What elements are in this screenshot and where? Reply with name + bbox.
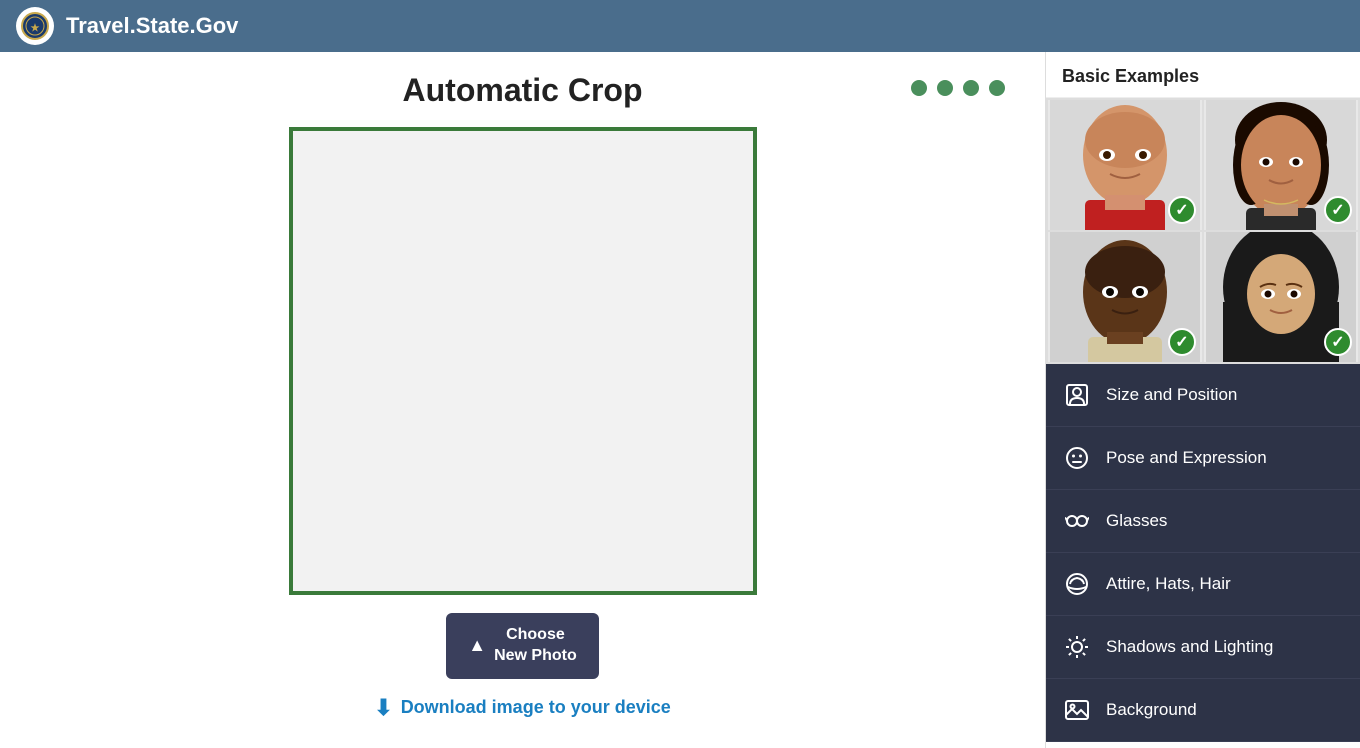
main-layout: Automatic Crop [0, 52, 1360, 748]
progress-indicator [911, 80, 1005, 96]
check-badge-2: ✓ [1324, 196, 1352, 224]
header: ★ Travel.State.Gov [0, 0, 1360, 52]
face-neutral-icon [1062, 443, 1092, 473]
progress-dot-1 [911, 80, 927, 96]
menu-item-pose-expression[interactable]: Pose and Expression [1046, 427, 1360, 490]
menu-item-background[interactable]: Background [1046, 679, 1360, 742]
center-panel: Automatic Crop [0, 52, 1045, 748]
glasses-icon [1062, 506, 1092, 536]
menu-label-pose-expression: Pose and Expression [1106, 448, 1267, 468]
person-box-icon [1062, 380, 1092, 410]
site-seal: ★ [16, 7, 54, 45]
example-2[interactable]: ✓ [1204, 100, 1358, 230]
sidebar-title: Basic Examples [1046, 52, 1360, 98]
download-icon: ⬇ [374, 695, 392, 721]
menu-label-size-position: Size and Position [1106, 385, 1237, 405]
photo-preview [289, 127, 757, 595]
check-badge-1: ✓ [1168, 196, 1196, 224]
example-1[interactable]: ✓ [1048, 100, 1202, 230]
example-3[interactable]: ✓ [1048, 232, 1202, 362]
download-link[interactable]: ⬇ Download image to your device [374, 695, 671, 721]
sun-icon [1062, 632, 1092, 662]
example-4[interactable]: ✓ [1204, 232, 1358, 362]
choose-photo-button[interactable]: ▲ ChooseNew Photo [446, 613, 599, 679]
progress-dot-2 [937, 80, 953, 96]
check-badge-3: ✓ [1168, 328, 1196, 356]
svg-text:★: ★ [31, 23, 40, 34]
upload-icon: ▲ [468, 634, 486, 657]
choose-photo-label: ChooseNew Photo [494, 625, 577, 667]
examples-grid: ✓ [1046, 98, 1360, 364]
site-title: Travel.State.Gov [66, 13, 238, 39]
check-badge-4: ✓ [1324, 328, 1352, 356]
sidebar: Basic Examples ✓ [1045, 52, 1360, 748]
hat-icon [1062, 569, 1092, 599]
menu-item-shadows[interactable]: Shadows and Lighting [1046, 616, 1360, 679]
download-label: Download image to your device [401, 697, 671, 718]
menu-label-attire: Attire, Hats, Hair [1106, 574, 1231, 594]
menu-item-glasses[interactable]: Glasses [1046, 490, 1360, 553]
menu-label-background: Background [1106, 700, 1197, 720]
menu-item-attire[interactable]: Attire, Hats, Hair [1046, 553, 1360, 616]
menu-item-size-position[interactable]: Size and Position [1046, 364, 1360, 427]
image-icon [1062, 695, 1092, 725]
photo-background [293, 131, 753, 591]
menu-label-shadows: Shadows and Lighting [1106, 637, 1273, 657]
progress-dot-3 [963, 80, 979, 96]
menu-label-glasses: Glasses [1106, 511, 1167, 531]
page-title: Automatic Crop [403, 72, 643, 109]
sidebar-menu: Size and Position Pose and Expression [1046, 364, 1360, 742]
progress-dot-4 [989, 80, 1005, 96]
